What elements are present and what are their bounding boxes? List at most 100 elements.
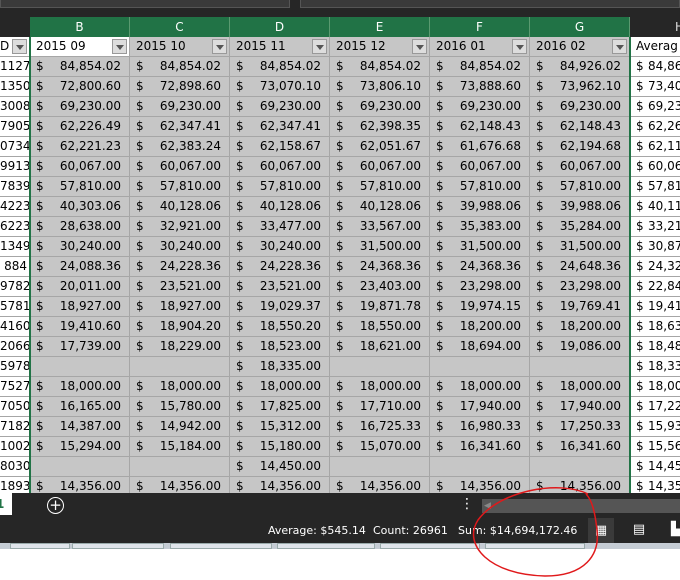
value-cell[interactable]: $40,128.06 (130, 197, 230, 217)
value-cell[interactable]: $39,988.06 (530, 197, 630, 217)
column-header-d[interactable]: D (230, 17, 330, 37)
value-cell[interactable]: $84,854.02 (230, 57, 330, 77)
value-cell[interactable] (430, 457, 530, 477)
value-cell[interactable]: $62,383.24 (130, 137, 230, 157)
value-cell[interactable]: $19,029.37 (230, 297, 330, 317)
value-cell[interactable]: $16,725.33 (330, 417, 430, 437)
filter-dropdown-icon[interactable] (512, 39, 527, 54)
average-cell[interactable]: $18,48 (630, 337, 680, 357)
id-cell[interactable]: 884 (0, 257, 30, 277)
value-cell[interactable] (130, 357, 230, 377)
value-cell[interactable]: $15,294.00 (30, 437, 130, 457)
value-cell[interactable]: $61,676.68 (430, 137, 530, 157)
filter-dropdown-icon[interactable] (612, 39, 627, 54)
value-cell[interactable]: $18,904.20 (130, 317, 230, 337)
id-cell[interactable]: 5781 (0, 297, 30, 317)
value-cell[interactable]: $33,477.00 (230, 217, 330, 237)
value-cell[interactable]: $30,240.00 (30, 237, 130, 257)
scroll-left-icon[interactable]: ◀ (484, 499, 491, 513)
value-cell[interactable] (530, 457, 630, 477)
value-cell[interactable]: $18,335.00 (230, 357, 330, 377)
value-cell[interactable]: $35,284.00 (530, 217, 630, 237)
header-cell[interactable]: 2015 11 (230, 37, 330, 57)
value-cell[interactable]: $15,780.00 (130, 397, 230, 417)
value-cell[interactable]: $60,067.00 (230, 157, 330, 177)
value-cell[interactable]: $60,067.00 (130, 157, 230, 177)
value-cell[interactable]: $23,403.00 (330, 277, 430, 297)
average-cell[interactable]: $18,33 (630, 357, 680, 377)
id-cell[interactable]: 1350 (0, 77, 30, 97)
column-header-h[interactable]: H (630, 17, 680, 37)
value-cell[interactable]: $19,974.15 (430, 297, 530, 317)
taskbar-item[interactable] (170, 543, 272, 549)
value-cell[interactable]: $62,221.23 (30, 137, 130, 157)
average-cell[interactable]: $22,84 (630, 277, 680, 297)
value-cell[interactable]: $16,165.00 (30, 397, 130, 417)
sheet-tab[interactable]: 1 (0, 493, 12, 515)
value-cell[interactable]: $28,638.00 (30, 217, 130, 237)
value-cell[interactable]: $18,000.00 (230, 377, 330, 397)
column-header-g[interactable]: G (530, 17, 630, 37)
average-cell[interactable]: $14,45 (630, 457, 680, 477)
taskbar-item[interactable] (72, 543, 164, 549)
value-cell[interactable]: $17,940.00 (430, 397, 530, 417)
value-cell[interactable]: $73,070.10 (230, 77, 330, 97)
id-cell[interactable]: 6223 (0, 217, 30, 237)
value-cell[interactable]: $69,230.00 (330, 97, 430, 117)
average-cell[interactable]: $14,35 (630, 477, 680, 493)
average-cell[interactable]: $84,86 (630, 57, 680, 77)
value-cell[interactable]: $73,806.10 (330, 77, 430, 97)
value-cell[interactable]: $72,800.60 (30, 77, 130, 97)
header-cell-a[interactable]: D (0, 37, 30, 57)
value-cell[interactable]: $14,356.00 (130, 477, 230, 493)
id-cell[interactable]: 7050 (0, 397, 30, 417)
id-cell[interactable]: 7839 (0, 177, 30, 197)
value-cell[interactable]: $30,240.00 (130, 237, 230, 257)
column-header-f[interactable]: F (430, 17, 530, 37)
value-cell[interactable]: $73,962.10 (530, 77, 630, 97)
more-options-icon[interactable]: ⋮ (460, 496, 474, 512)
value-cell[interactable]: $57,810.00 (30, 177, 130, 197)
value-cell[interactable]: $24,648.36 (530, 257, 630, 277)
value-cell[interactable]: $69,230.00 (230, 97, 330, 117)
column-header-c[interactable]: C (130, 17, 230, 37)
value-cell[interactable]: $57,810.00 (230, 177, 330, 197)
average-cell[interactable]: $18,00 (630, 377, 680, 397)
value-cell[interactable]: $57,810.00 (130, 177, 230, 197)
header-cell[interactable]: 2016 02 (530, 37, 630, 57)
average-cell[interactable]: $24,32 (630, 257, 680, 277)
value-cell[interactable]: $23,521.00 (230, 277, 330, 297)
value-cell[interactable]: $17,825.00 (230, 397, 330, 417)
taskbar-item[interactable] (277, 543, 375, 549)
value-cell[interactable]: $18,000.00 (430, 377, 530, 397)
value-cell[interactable] (30, 357, 130, 377)
value-cell[interactable]: $19,769.41 (530, 297, 630, 317)
id-cell[interactable]: 3008 (0, 97, 30, 117)
value-cell[interactable]: $16,341.60 (530, 437, 630, 457)
value-cell[interactable]: $18,000.00 (30, 377, 130, 397)
id-cell[interactable]: 9782 (0, 277, 30, 297)
value-cell[interactable]: $30,240.00 (230, 237, 330, 257)
column-header-b[interactable]: B (30, 17, 130, 37)
value-cell[interactable]: $14,356.00 (430, 477, 530, 493)
value-cell[interactable]: $14,450.00 (230, 457, 330, 477)
id-cell[interactable]: 0734 (0, 137, 30, 157)
name-box[interactable] (0, 0, 290, 8)
value-cell[interactable]: $14,356.00 (530, 477, 630, 493)
value-cell[interactable]: $69,230.00 (30, 97, 130, 117)
value-cell[interactable]: $17,710.00 (330, 397, 430, 417)
filter-dropdown-icon[interactable] (412, 39, 427, 54)
id-cell[interactable]: 8030 (0, 457, 30, 477)
value-cell[interactable]: $18,621.00 (330, 337, 430, 357)
value-cell[interactable]: $18,229.00 (130, 337, 230, 357)
value-cell[interactable]: $19,871.78 (330, 297, 430, 317)
id-cell[interactable]: 7182 (0, 417, 30, 437)
value-cell[interactable]: $18,550.20 (230, 317, 330, 337)
value-cell[interactable]: $17,739.00 (30, 337, 130, 357)
id-cell[interactable]: 1127 (0, 57, 30, 77)
value-cell[interactable]: $16,980.33 (430, 417, 530, 437)
id-cell[interactable]: 5978 (0, 357, 30, 377)
column-header-e[interactable]: E (330, 17, 430, 37)
value-cell[interactable]: $18,927.00 (130, 297, 230, 317)
value-cell[interactable]: $18,927.00 (30, 297, 130, 317)
